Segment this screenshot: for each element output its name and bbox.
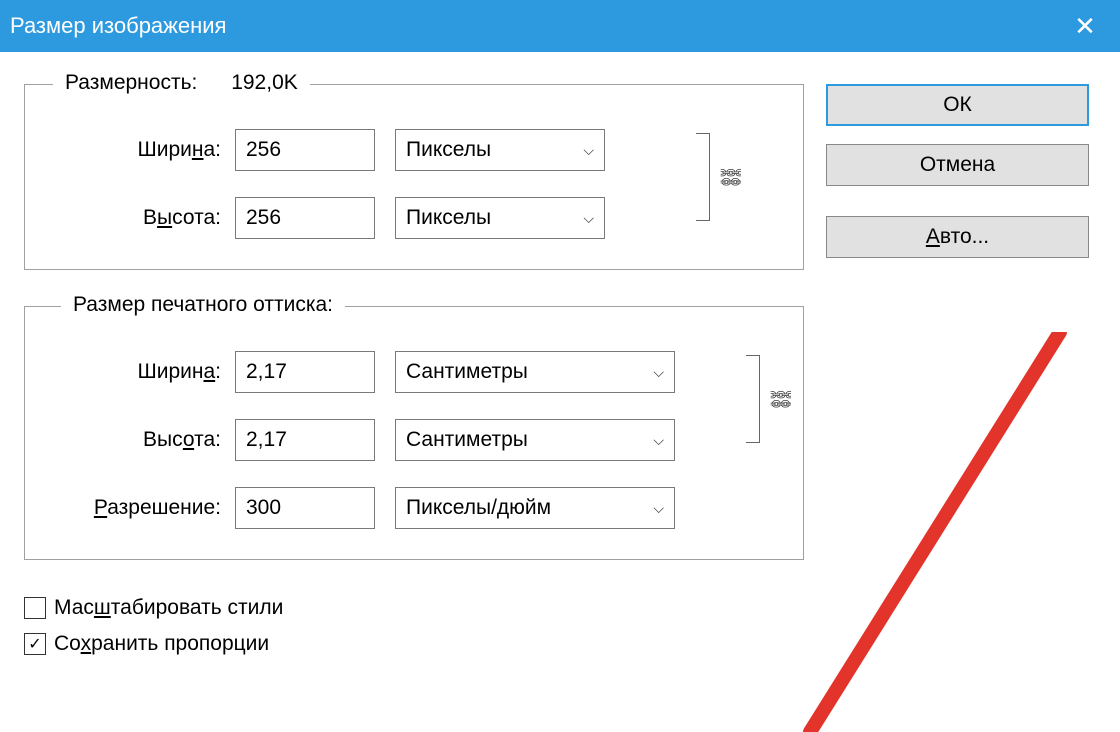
input-resolution[interactable] [235,487,375,529]
select-print-width-unit[interactable]: Сантиметры ⌵ [395,351,675,393]
select-print-height-unit-value: Сантиметры [406,428,528,452]
dialog-content: Размерность: 192,0K Ширина: Пикселы ⌵ [0,52,1120,688]
legend-pixel-dimensions: Размерность: 192,0K [53,71,310,95]
link-pixel-dimensions: ⛓ [696,117,743,237]
select-pixel-height-unit-value: Пикселы [406,206,491,230]
input-pixel-height[interactable] [235,197,375,239]
link-bracket-icon [746,355,760,443]
checkbox-scale-styles[interactable] [24,597,46,619]
row-pixel-height: Высота: Пикселы ⌵ [45,197,783,239]
close-button[interactable]: ✕ [1050,0,1120,52]
label-print-width: Ширина: [45,360,235,384]
checkbox-scale-styles-label: Масштабировать стили [54,596,283,620]
input-print-width[interactable] [235,351,375,393]
checkbox-constrain-label: Сохранить пропорции [54,632,269,656]
group-pixel-dimensions: Размерность: 192,0K Ширина: Пикселы ⌵ [24,84,804,270]
checkbox-scale-styles-row[interactable]: Масштабировать стили [24,596,804,620]
chevron-down-icon: ⌵ [653,432,664,449]
select-resolution-unit[interactable]: Пикселы/дюйм ⌵ [395,487,675,529]
select-print-width-unit-value: Сантиметры [406,360,528,384]
checkbox-constrain-row[interactable]: ✓ Сохранить пропорции [24,632,804,656]
chain-link-icon[interactable]: ⛓ [718,164,743,189]
label-print-height: Высота: [45,428,235,452]
row-print-height: Высота: Сантиметры ⌵ [45,419,783,461]
left-column: Размерность: 192,0K Ширина: Пикселы ⌵ [24,84,804,668]
legend-print-size: Размер печатного оттиска: [61,293,345,317]
link-print-dimensions: ⛓ [746,339,793,459]
legend-pixel-label: Размерность: [65,71,197,94]
titlebar: Размер изображения ✕ [0,0,1120,52]
close-icon: ✕ [1074,11,1096,42]
cancel-button[interactable]: Отмена [826,144,1089,186]
label-pixel-height: Высота: [45,206,235,230]
select-resolution-unit-value: Пикселы/дюйм [406,496,551,520]
checkbox-constrain[interactable]: ✓ [24,633,46,655]
input-print-height[interactable] [235,419,375,461]
row-print-width: Ширина: Сантиметры ⌵ [45,351,783,393]
right-button-column: ОК Отмена Авто... [826,84,1089,668]
label-pixel-width: Ширина: [45,138,235,162]
group-print-size: Размер печатного оттиска: Ширина: Сантим… [24,306,804,560]
window-title: Размер изображения [10,13,226,39]
ok-button[interactable]: ОК [826,84,1089,126]
row-pixel-width: Ширина: Пикселы ⌵ [45,129,783,171]
chevron-down-icon: ⌵ [653,500,664,517]
chain-link-icon[interactable]: ⛓ [768,386,793,411]
chevron-down-icon: ⌵ [583,142,594,159]
select-pixel-width-unit-value: Пикселы [406,138,491,162]
select-pixel-height-unit[interactable]: Пикселы ⌵ [395,197,605,239]
row-resolution: Разрешение: Пикселы/дюйм ⌵ [45,487,783,529]
select-pixel-width-unit[interactable]: Пикселы ⌵ [395,129,605,171]
chevron-down-icon: ⌵ [583,210,594,227]
label-resolution: Разрешение: [45,496,235,520]
input-pixel-width[interactable] [235,129,375,171]
auto-button[interactable]: Авто... [826,216,1089,258]
link-bracket-icon [696,133,710,221]
select-print-height-unit[interactable]: Сантиметры ⌵ [395,419,675,461]
chevron-down-icon: ⌵ [653,364,664,381]
legend-pixel-value: 192,0K [231,71,298,94]
checkbox-group: Масштабировать стили ✓ Сохранить пропорц… [24,596,804,656]
